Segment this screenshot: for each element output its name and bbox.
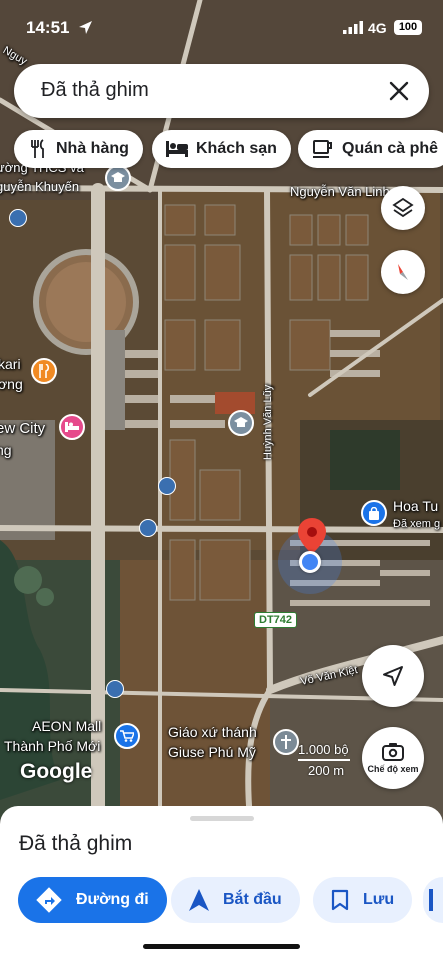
- coffee-cup-icon: [313, 140, 332, 158]
- place-sheet[interactable]: Đã thả ghim Đường đi Bắt đầu Lưu: [0, 806, 443, 959]
- chip-label: Quán cà phê: [342, 140, 439, 157]
- map-label-poi: Giuse Phú Mỹ: [168, 744, 256, 760]
- place-title: Đã thả ghim: [19, 832, 133, 855]
- scale-feet-label: 1.000 bộ: [298, 742, 349, 757]
- save-label: Lưu: [363, 891, 395, 908]
- church-marker-icon[interactable]: [273, 729, 299, 755]
- map-label-road: Huỳnh Văn Lũy: [262, 384, 274, 460]
- chip-label: Nhà hàng: [56, 140, 129, 157]
- status-bar: 14:51 4G 100: [0, 0, 443, 56]
- shopping-cart-marker-icon[interactable]: [114, 723, 140, 749]
- chip-restaurants[interactable]: Nhà hàng: [14, 130, 143, 168]
- map-label-poi: Thành Phố Mới: [4, 738, 101, 754]
- navigation-arrow-icon: [383, 666, 403, 686]
- battery-icon: 100: [394, 20, 422, 35]
- dropped-pin-icon[interactable]: [298, 518, 326, 554]
- map-scale: 1.000 bộ 200 m: [298, 742, 350, 778]
- map-label-poi-sub: Đã xem g: [393, 518, 441, 530]
- map-label-poi: ng: [0, 442, 12, 458]
- layers-icon: [392, 197, 414, 218]
- directions-label: Đường đi: [76, 891, 149, 908]
- bus-stop-icon[interactable]: [9, 209, 27, 227]
- directions-icon: [36, 887, 62, 913]
- fork-knife-icon: [31, 139, 44, 158]
- map-label-poi: AEON Mall: [32, 718, 102, 734]
- search-query[interactable]: Đã thả ghim: [41, 79, 149, 102]
- road-shield-dt742: DT742: [254, 612, 298, 628]
- start-button[interactable]: Bắt đầu: [171, 877, 300, 923]
- my-location-button[interactable]: [362, 645, 424, 707]
- map-label-poi: kari: [0, 356, 21, 372]
- clock: 14:51: [26, 18, 70, 37]
- more-actions-button[interactable]: [423, 877, 443, 923]
- map-label-school: guyễn Khuyến: [0, 179, 80, 194]
- location-arrow-icon: [79, 21, 92, 34]
- map-label-poi: ơng: [0, 376, 23, 392]
- sheet-drag-handle[interactable]: [190, 816, 254, 821]
- navigation-arrow-icon: [189, 889, 209, 911]
- home-indicator: [143, 944, 300, 949]
- school-marker-icon[interactable]: [228, 410, 254, 436]
- search-bar[interactable]: Đã thả ghim: [14, 64, 429, 118]
- bed-icon: [166, 141, 188, 157]
- bus-stop-icon[interactable]: [106, 680, 124, 698]
- share-icon: [429, 889, 433, 911]
- camera-rotate-icon: [382, 743, 404, 761]
- layers-button[interactable]: [381, 186, 425, 230]
- map-label-poi: ew City: [0, 420, 46, 437]
- school-marker-icon[interactable]: [105, 165, 131, 191]
- current-location-dot[interactable]: [299, 551, 321, 573]
- google-logo: Google: [20, 760, 93, 783]
- shopping-bag-marker-icon[interactable]: [361, 500, 387, 526]
- map-label-poi: Hoa Tu: [393, 498, 439, 514]
- scale-meters-label: 200 m: [308, 763, 345, 778]
- street-view-button[interactable]: Chế độ xem: [362, 727, 424, 789]
- map-label-poi: Giáo xứ thánh: [168, 724, 257, 740]
- directions-button[interactable]: Đường đi: [18, 877, 167, 923]
- compass-button[interactable]: [381, 250, 425, 294]
- save-button[interactable]: Lưu: [313, 877, 413, 923]
- network-type: 4G: [368, 20, 387, 36]
- compass-icon: [398, 264, 408, 280]
- close-icon[interactable]: [385, 77, 413, 105]
- start-label: Bắt đầu: [223, 891, 282, 908]
- chip-coffee[interactable]: Quán cà phê: [298, 130, 443, 168]
- view-mode-label: Chế độ xem: [367, 764, 419, 774]
- bookmark-icon: [331, 889, 349, 911]
- bus-stop-icon[interactable]: [139, 519, 157, 537]
- chip-label: Khách sạn: [196, 140, 277, 157]
- bus-stop-icon[interactable]: [158, 477, 176, 495]
- hotel-marker-icon[interactable]: [59, 414, 85, 440]
- chip-hotels[interactable]: Khách sạn: [152, 130, 291, 168]
- map-label-road: Nguyễn Văn Linh: [290, 184, 390, 199]
- signal-bars-icon: [343, 21, 363, 34]
- restaurant-marker-icon[interactable]: [31, 358, 57, 384]
